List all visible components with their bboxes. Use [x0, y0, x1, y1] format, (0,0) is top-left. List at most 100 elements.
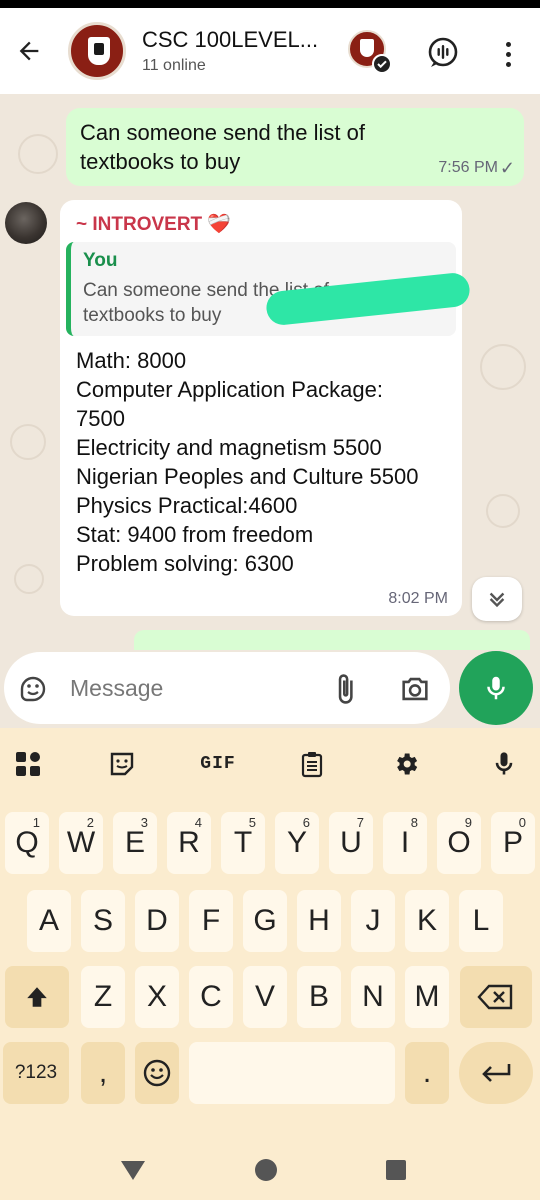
quote-author: You: [83, 250, 118, 271]
verified-check-icon: [372, 54, 392, 74]
gif-label: GIF: [200, 754, 236, 774]
group-avatar[interactable]: [68, 22, 126, 80]
chat-area[interactable]: Can someone send the list of textbooks t…: [0, 94, 540, 728]
microphone-icon: [495, 752, 513, 775]
key-j[interactable]: J: [351, 890, 395, 952]
key-d[interactable]: D: [135, 890, 179, 952]
triangle-down-icon: [121, 1161, 145, 1180]
camera-icon: [402, 677, 428, 701]
gif-button[interactable]: GIF: [196, 744, 240, 784]
sticker-button[interactable]: [18, 674, 48, 704]
voice-chat-button[interactable]: [426, 36, 460, 70]
key-c[interactable]: C: [189, 966, 233, 1028]
voice-message-button[interactable]: [459, 651, 533, 725]
key-m[interactable]: M: [405, 966, 449, 1028]
sticker-key[interactable]: [102, 744, 142, 784]
voice-chat-icon: [428, 37, 458, 67]
message-time: 7:56 PM: [438, 159, 498, 176]
key-t[interactable]: T5: [221, 812, 265, 874]
key-f[interactable]: F: [189, 890, 233, 952]
key-b[interactable]: B: [297, 966, 341, 1028]
comma-key[interactable]: ,: [81, 1042, 125, 1104]
partial-message: [134, 630, 530, 650]
key-n[interactable]: N: [351, 966, 395, 1028]
message-input[interactable]: [70, 668, 290, 708]
community-avatar[interactable]: [348, 30, 392, 74]
gear-icon: [397, 753, 418, 775]
shift-key[interactable]: [5, 966, 69, 1028]
group-info[interactable]: CSC 100LEVEL... 11 online: [142, 27, 352, 75]
key-i[interactable]: I8: [383, 812, 427, 874]
key-a[interactable]: A: [27, 890, 71, 952]
key-k[interactable]: K: [405, 890, 449, 952]
backspace-key[interactable]: [460, 966, 532, 1028]
emoji-key[interactable]: [135, 1042, 179, 1104]
outgoing-message[interactable]: Can someone send the list of textbooks t…: [66, 108, 524, 186]
grid-icon: [16, 752, 40, 776]
space-key[interactable]: [189, 1042, 395, 1104]
attach-button[interactable]: [328, 672, 362, 706]
recents-nav-button[interactable]: [366, 1140, 426, 1200]
key-y[interactable]: Y6: [275, 812, 319, 874]
symbols-key[interactable]: ?123: [3, 1042, 69, 1104]
keyboard-toolbar: GIF: [0, 728, 540, 800]
sender-name[interactable]: ~ INTROVERT ❤️‍🩹: [76, 212, 231, 236]
key-e[interactable]: E3: [113, 812, 157, 874]
back-nav-button[interactable]: [103, 1140, 163, 1200]
home-nav-button[interactable]: [236, 1140, 296, 1200]
enter-key[interactable]: [459, 1042, 533, 1104]
key-w[interactable]: W2: [59, 812, 103, 874]
key-v[interactable]: V: [243, 966, 287, 1028]
wallpaper-doodle: [10, 424, 46, 460]
status-bar: [0, 0, 540, 8]
incoming-message[interactable]: ~ INTROVERT ❤️‍🩹 You Can someone send th…: [60, 200, 462, 616]
scroll-to-bottom-button[interactable]: [472, 577, 522, 621]
sender-avatar[interactable]: [5, 202, 47, 244]
message-time: 8:02 PM: [388, 590, 448, 607]
double-chevron-down-icon: [489, 592, 505, 608]
message-field-container[interactable]: [4, 652, 450, 724]
wallpaper-doodle: [486, 494, 520, 528]
paperclip-icon: [338, 674, 353, 704]
microphone-icon: [487, 676, 505, 700]
sticker-icon: [20, 676, 46, 702]
shift-arrow-icon: [27, 987, 47, 1007]
key-x[interactable]: X: [135, 966, 179, 1028]
online-count: 11 online: [142, 57, 206, 74]
compose-bar: [0, 648, 540, 730]
message-text: Can someone send the list of textbooks t…: [80, 120, 365, 174]
key-p[interactable]: P0: [491, 812, 535, 874]
back-button[interactable]: [0, 8, 58, 94]
key-o[interactable]: O9: [437, 812, 481, 874]
key-q[interactable]: Q1: [5, 812, 49, 874]
message-text: Math: 8000 Computer Application Package:…: [76, 348, 419, 576]
more-options-button[interactable]: [496, 34, 520, 74]
circle-icon: [255, 1159, 277, 1181]
backspace-icon: [477, 984, 513, 1010]
sticker-icon: [110, 752, 134, 776]
smiley-icon: [143, 1059, 171, 1087]
apps-button[interactable]: [8, 744, 48, 784]
key-r[interactable]: R4: [167, 812, 211, 874]
key-h[interactable]: H: [297, 890, 341, 952]
voice-input-button[interactable]: [484, 744, 524, 784]
key-u[interactable]: U7: [329, 812, 373, 874]
camera-button[interactable]: [398, 672, 432, 706]
wallpaper-doodle: [14, 564, 44, 594]
square-icon: [386, 1160, 406, 1180]
system-nav-bar: [0, 1140, 540, 1200]
key-z[interactable]: Z: [81, 966, 125, 1028]
key-l[interactable]: L: [459, 890, 503, 952]
key-s[interactable]: S: [81, 890, 125, 952]
return-arrow-icon: [482, 1064, 511, 1082]
soft-keyboard: GIF Q1 W2 E3 R4 T5 Y6 U7 I8 O9 P0 A S D …: [0, 728, 540, 1140]
settings-button[interactable]: [386, 744, 426, 784]
key-g[interactable]: G: [243, 890, 287, 952]
clipboard-button[interactable]: [292, 744, 332, 784]
group-title: CSC 100LEVEL...: [142, 27, 319, 52]
wallpaper-doodle: [18, 134, 58, 174]
wallpaper-doodle: [480, 344, 526, 390]
sent-check-icon: ✓: [499, 158, 515, 178]
clipboard-icon: [301, 752, 323, 778]
period-key[interactable]: .: [405, 1042, 449, 1104]
